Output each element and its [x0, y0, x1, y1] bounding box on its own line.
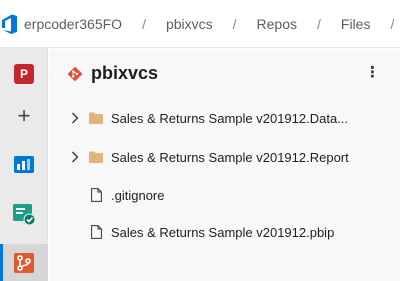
nav-item-boards[interactable]: [0, 146, 48, 182]
folder-name: Sales & Returns Sample v201912.Data...: [111, 110, 349, 126]
repo-name[interactable]: pbixvcs: [91, 63, 158, 84]
tree-row-folder[interactable]: Sales & Returns Sample v201912.Report: [49, 138, 400, 176]
breadcrumb-separator: /: [390, 15, 395, 32]
boards-icon: [14, 156, 34, 173]
folder-icon: [89, 151, 103, 163]
tree-row-file[interactable]: Sales & Returns Sample v201912.pbip: [49, 213, 400, 251]
more-options-icon[interactable]: ⋮: [365, 65, 380, 80]
left-navigation: P +: [0, 48, 48, 281]
chevron-right-icon[interactable]: [67, 112, 83, 124]
breadcrumb-separator: /: [232, 15, 237, 32]
tree-row-file[interactable]: .gitignore: [49, 176, 400, 214]
git-repo-icon: [67, 66, 83, 81]
breadcrumb: erpcoder365FO / pbixvcs / Repos / Files …: [22, 16, 400, 32]
file-name: Sales & Returns Sample v201912.pbip: [111, 224, 335, 240]
nav-item-test-plans[interactable]: [0, 196, 48, 232]
breadcrumb-repos[interactable]: Repos: [255, 16, 299, 32]
tree-row-folder[interactable]: Sales & Returns Sample v201912.Data...: [49, 99, 400, 137]
test-plans-icon: [13, 204, 36, 226]
nav-item-project[interactable]: P: [0, 58, 48, 90]
nav-item-add[interactable]: +: [0, 100, 48, 132]
file-name: .gitignore: [111, 187, 165, 203]
file-icon: [89, 225, 103, 239]
breadcrumb-separator: /: [317, 15, 321, 32]
repo-header: pbixvcs: [67, 63, 158, 84]
project-avatar: P: [14, 64, 34, 84]
chevron-right-icon[interactable]: [67, 151, 83, 163]
top-header: erpcoder365FO / pbixvcs / Repos / Files …: [0, 0, 400, 48]
file-icon: [89, 188, 103, 202]
breadcrumb-project[interactable]: pbixvcs: [164, 16, 215, 32]
breadcrumb-organization[interactable]: erpcoder365FO: [22, 16, 124, 32]
repo-files-panel: pbixvcs ⋮ Sales & Returns Sample v201912…: [49, 49, 400, 281]
folder-icon: [89, 112, 103, 124]
breadcrumb-files[interactable]: Files: [339, 16, 373, 32]
add-icon: +: [17, 103, 31, 128]
breadcrumb-separator: /: [142, 15, 146, 32]
repos-icon: [14, 252, 34, 273]
folder-name: Sales & Returns Sample v201912.Report: [111, 149, 349, 165]
nav-item-repos[interactable]: [0, 244, 48, 281]
azure-devops-logo-icon[interactable]: [0, 0, 22, 48]
